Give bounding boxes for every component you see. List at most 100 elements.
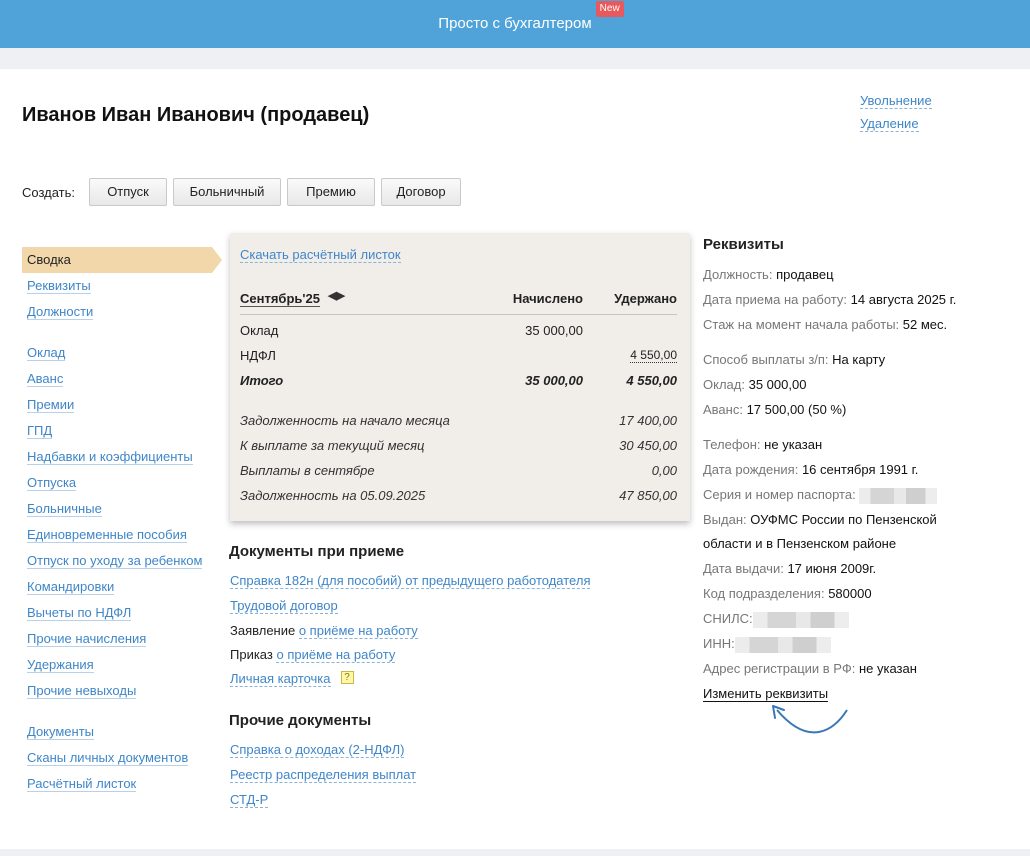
sidebar-item-label: Прочие невыходы	[27, 683, 137, 699]
req-value: ОУФМС России по Пензенской	[750, 512, 937, 527]
payslip-header: Сентябрь'25 ◀▶ Начислено Удержано	[240, 289, 677, 315]
summary-value: 47 850,00	[619, 488, 677, 503]
labor-contract-link[interactable]: Трудовой договор	[230, 598, 338, 614]
hiring-docs-title: Документы при приеме	[229, 543, 405, 560]
sidebar-item-summary[interactable]: Сводка	[22, 247, 222, 273]
req-key: Код подразделения:	[703, 586, 825, 601]
sidebar-item-payslip[interactable]: Расчётный листок	[22, 771, 222, 797]
payment-registry-link[interactable]: Реестр распределения выплат	[230, 767, 417, 783]
req-salary: Оклад: 35 000,00	[703, 376, 1003, 401]
doc-item: Реестр распределения выплат	[230, 767, 417, 783]
month-nav-arrows: ◀▶	[328, 289, 345, 302]
sidebar-item-label: Сводка	[27, 252, 71, 267]
doc-item: Справка о доходах (2-НДФЛ)	[230, 742, 405, 758]
sidebar-item-withholdings[interactable]: Удержания	[22, 652, 222, 678]
sidebar-item-tax-deductions[interactable]: Вычеты по НДФЛ	[22, 600, 222, 626]
sidebar-item-label: Премии	[27, 397, 75, 413]
req-value: области и в Пензенском районе	[703, 536, 897, 551]
dismissal-link[interactable]: Увольнение	[860, 93, 932, 109]
new-badge: New	[595, 1, 624, 17]
curved-arrow-icon	[772, 705, 848, 734]
std-r-link[interactable]: СТД-Р	[230, 792, 269, 808]
sidebar-item-label: Отпуск по уходу за ребенком	[27, 553, 203, 569]
requisites-title: Реквизиты	[703, 236, 784, 253]
col-withheld-header: Удержано	[614, 291, 677, 306]
sidebar-item-sick-leaves[interactable]: Больничные	[22, 496, 222, 522]
sidebar-item-bonuses[interactable]: Премии	[22, 392, 222, 418]
sidebar-item-salary[interactable]: Оклад	[22, 340, 222, 366]
sidebar-item-lump-sum-benefits[interactable]: Единовременные пособия	[22, 522, 222, 548]
redacted-passport	[859, 487, 938, 504]
sidebar-item-requisites[interactable]: Реквизиты	[22, 273, 222, 299]
sidebar-item-documents[interactable]: Документы	[22, 719, 222, 745]
sidebar-item-vacations[interactable]: Отпуска	[22, 470, 222, 496]
banner-title[interactable]: Просто с бухгалтером New	[438, 1, 624, 32]
req-value: 14 августа 2025 г.	[850, 292, 957, 307]
sidebar-item-label: Прочие начисления	[27, 631, 147, 647]
create-bonus-button[interactable]: Премию	[287, 178, 376, 206]
payslip-month[interactable]: Сентябрь'25	[240, 291, 320, 307]
req-value: 35 000,00	[748, 377, 807, 392]
payslip-row: НДФЛ 4 550,00	[240, 348, 677, 368]
main-page: Иванов Иван Иванович (продавец) Увольнен…	[0, 69, 1030, 849]
req-position: Должность: продавец	[703, 266, 1003, 291]
summary-value: 30 450,00	[619, 438, 677, 453]
employee-name: Иванов Иван Иванович (продавец)	[22, 104, 370, 126]
sidebar-item-other-accruals[interactable]: Прочие начисления	[22, 626, 222, 652]
download-payslip-link[interactable]: Скачать расчётный листок	[240, 247, 401, 263]
top-banner[interactable]: Просто с бухгалтером New	[0, 0, 1030, 48]
spravka-182n-link[interactable]: Справка 182н (для пособий) от предыдущег…	[230, 573, 591, 589]
payslip-card: Скачать расчётный листок Сентябрь'25 ◀▶ …	[230, 233, 690, 521]
personal-card-link[interactable]: Личная карточка	[230, 671, 331, 687]
summary-value: 17 400,00	[619, 413, 677, 428]
req-key: Аванс:	[703, 402, 743, 417]
create-toolbar: Создать: Отпуск Больничный Премию Догово…	[22, 178, 467, 206]
sidebar-item-business-trips[interactable]: Командировки	[22, 574, 222, 600]
payslip-row: Оклад 35 000,00	[240, 323, 677, 343]
sidebar-item-allowances[interactable]: Надбавки и коэффициенты	[22, 444, 222, 470]
sidebar-item-gpd[interactable]: ГПД	[22, 418, 222, 444]
req-experience: Стаж на момент начала работы: 52 мес.	[703, 316, 1003, 341]
req-key: Дата рождения:	[703, 462, 799, 477]
sidebar-item-label: ГПД	[27, 423, 53, 439]
row-accrued: 35 000,00	[525, 323, 583, 338]
create-contract-button[interactable]: Договор	[381, 178, 462, 206]
row-withheld[interactable]: 4 550,00	[630, 348, 677, 363]
req-key: Должность:	[703, 267, 773, 282]
summary-value: 0,00	[651, 463, 677, 478]
req-gap	[703, 341, 1003, 351]
sidebar-item-advance[interactable]: Аванс	[22, 366, 222, 392]
req-key: Серия и номер паспорта:	[703, 487, 856, 502]
req-advance: Аванс: 17 500,00 (50 %)	[703, 401, 1003, 426]
req-address: Адрес регистрации в РФ: не указан	[703, 660, 1003, 685]
create-sick-leave-button[interactable]: Больничный	[173, 178, 282, 206]
req-key: Дата выдачи:	[703, 561, 784, 576]
sidebar-item-label: Расчётный листок	[27, 776, 137, 792]
req-key: Выдан:	[703, 512, 747, 527]
row-name: Оклад	[240, 323, 279, 338]
redacted-snils	[752, 611, 849, 628]
statement-link[interactable]: о приёме на работу	[298, 623, 418, 639]
req-key: СНИЛС:	[703, 611, 753, 626]
change-requisites-link[interactable]: Изменить реквизиты	[703, 686, 829, 702]
summary-row: К выплате за текущий месяц 30 450,00	[240, 438, 677, 458]
sidebar-item-other-absences[interactable]: Прочие невыходы	[22, 678, 222, 704]
req-value: 17 500,00 (50 %)	[746, 402, 847, 417]
doc-item: Справка 182н (для пособий) от предыдущег…	[230, 573, 591, 589]
sidebar-item-document-scans[interactable]: Сканы личных документов	[22, 745, 222, 771]
income-certificate-link[interactable]: Справка о доходах (2-НДФЛ)	[230, 742, 405, 758]
delete-link[interactable]: Удаление	[860, 116, 919, 132]
sidebar-item-positions[interactable]: Должности	[22, 299, 222, 325]
sidebar-item-label: Отпуска	[27, 475, 77, 491]
order-link[interactable]: о приёме на работу	[276, 647, 396, 663]
req-issue-date: Дата выдачи: 17 июня 2009г.	[703, 560, 1003, 585]
total-accrued: 35 000,00	[525, 373, 583, 388]
create-vacation-button[interactable]: Отпуск	[89, 178, 168, 206]
sidebar-item-childcare-leave[interactable]: Отпуск по уходу за ребенком	[22, 548, 222, 574]
help-icon[interactable]: ?	[340, 671, 354, 684]
req-key: Оклад:	[703, 377, 745, 392]
sidebar: Сводка Реквизиты Должности Оклад Аванс П…	[22, 247, 222, 797]
next-month-icon[interactable]: ▶	[336, 290, 344, 302]
sidebar-item-label: Документы	[27, 724, 95, 740]
redacted-inn	[734, 636, 831, 653]
